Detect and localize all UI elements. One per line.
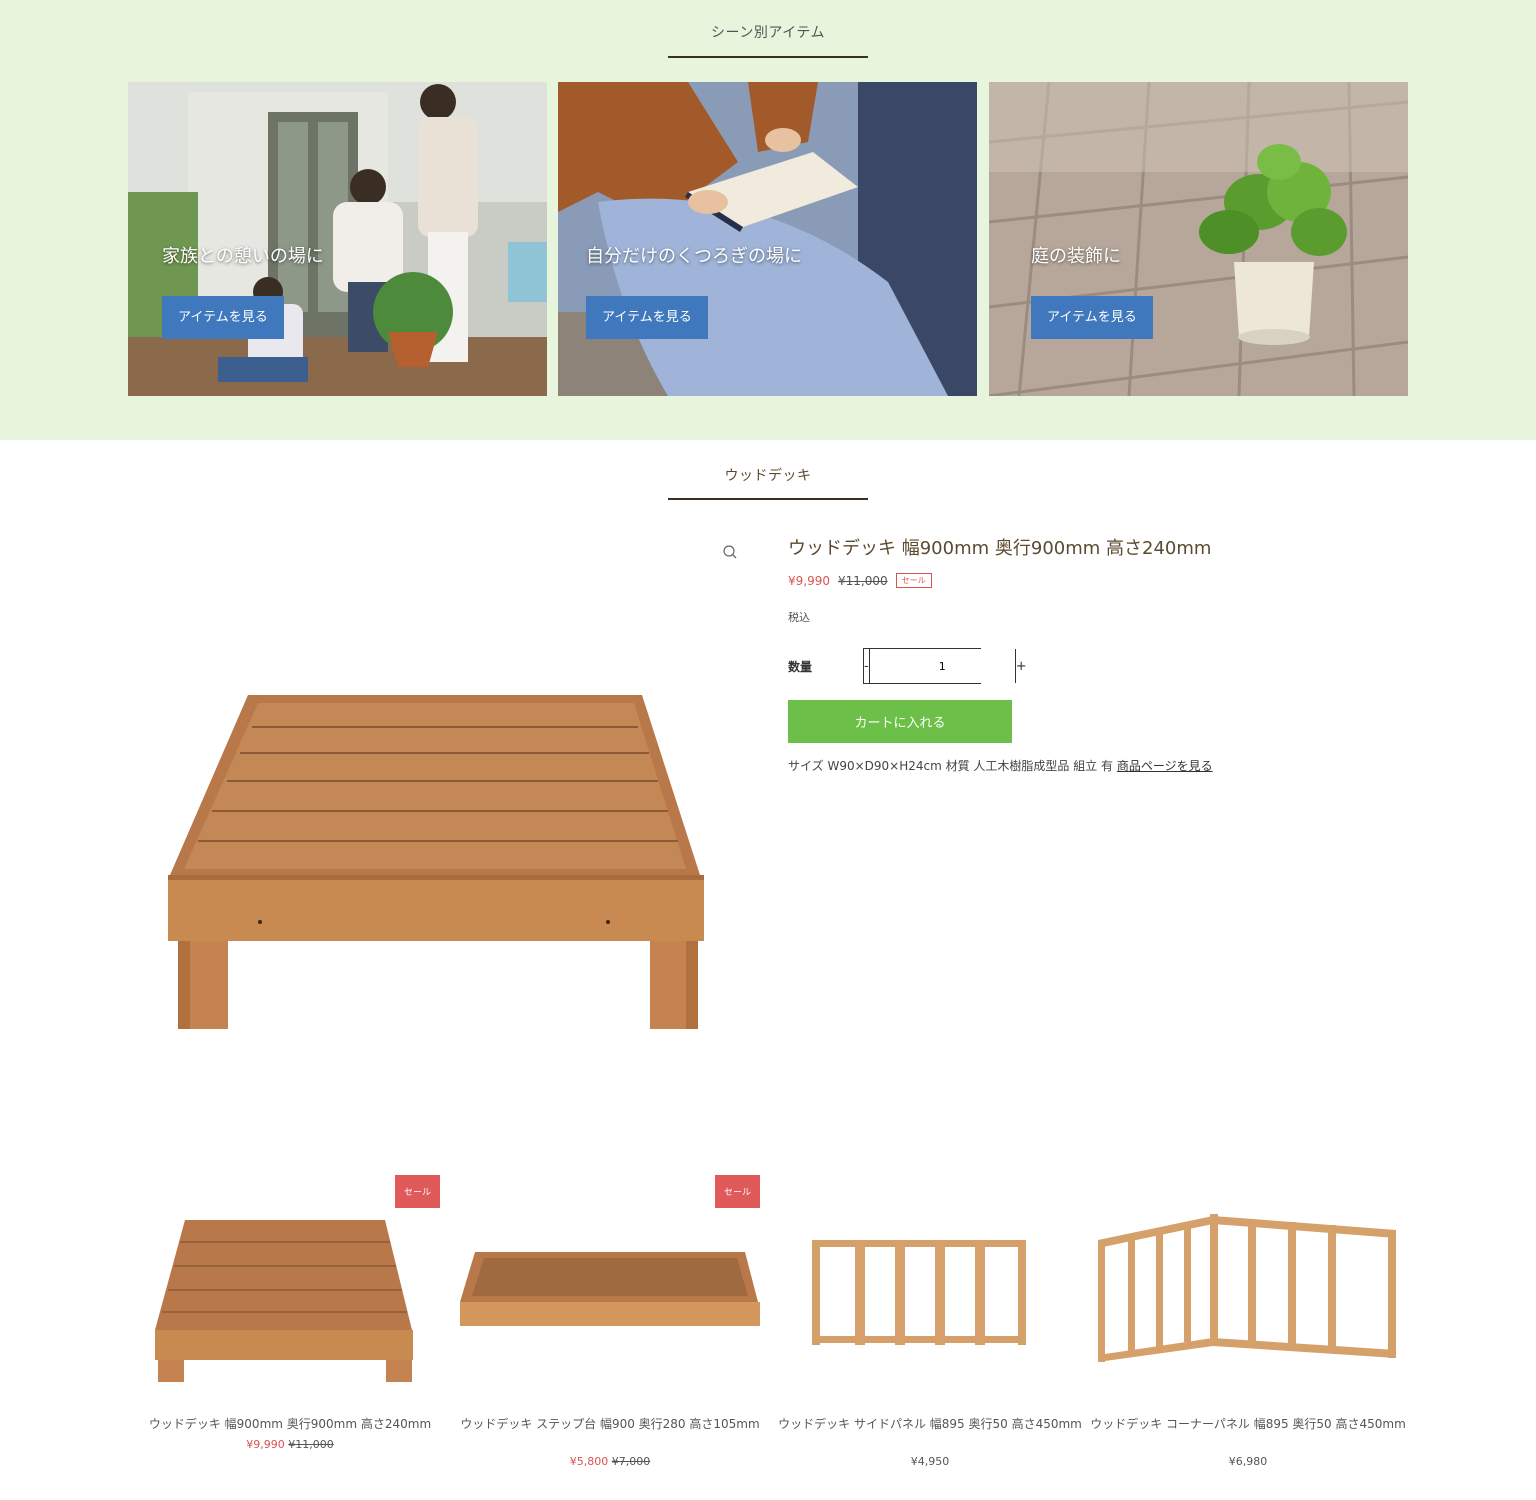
sale-badge: セール [895, 573, 932, 588]
scene-card-relax[interactable]: 自分だけのくつろぎの場に アイテムを見る [558, 82, 977, 396]
original-price: ¥7,000 [611, 1455, 651, 1468]
product-name[interactable]: ウッドデッキ コーナーパネル 幅895 奥行50 高さ450mm [1088, 1415, 1408, 1434]
product-price: ¥6,980 [1228, 1455, 1268, 1468]
sale-price: ¥5,800 [569, 1455, 609, 1468]
sale-badge: セール [395, 1175, 440, 1208]
quantity-label: 数量 [788, 660, 813, 674]
original-price: ¥11,000 [838, 573, 888, 588]
related-product-card[interactable]: セール ウッドデッキ ステップ台 幅900 奥行280 高さ105mm ¥5,8… [460, 1175, 760, 1475]
relax-scene-image [558, 82, 977, 396]
scene-card-label: 庭の装飾に [1031, 246, 1121, 267]
product-image-side-panel [812, 1240, 1026, 1345]
product-price: ¥4,950 [910, 1455, 950, 1468]
family-scene-image [128, 82, 547, 396]
magnifier-icon[interactable] [722, 544, 738, 560]
add-to-cart-button[interactable]: カートに入れる [788, 700, 1012, 743]
sale-price: ¥9,990 [788, 573, 830, 588]
section-divider [668, 498, 868, 500]
view-items-button[interactable]: アイテムを見る [162, 296, 284, 339]
scene-card-label: 家族との憩いの場に [162, 246, 324, 267]
quantity-input[interactable] [869, 649, 1015, 683]
original-price: ¥11,000 [288, 1438, 334, 1451]
spec-text: サイズ W90×D90×H24cm 材質 人工木樹脂成型品 組立 有 [788, 759, 1114, 773]
garden-scene-image [989, 82, 1408, 396]
scene-card-garden[interactable]: 庭の装飾に アイテムを見る [989, 82, 1408, 396]
scene-card-label: 自分だけのくつろぎの場に [586, 246, 802, 267]
related-product-card[interactable]: ウッドデッキ サイドパネル 幅895 奥行50 高さ450mm ¥4,950 [778, 1175, 1082, 1475]
product-price: ¥5,800 ¥7,000 [460, 1455, 760, 1468]
view-items-button[interactable]: アイテムを見る [1031, 296, 1153, 339]
sale-badge: セール [715, 1175, 760, 1208]
quantity-increase-button[interactable]: + [1014, 649, 1027, 683]
product-page-link[interactable]: 商品ページを見る [1117, 759, 1213, 773]
product-image-step [460, 1252, 760, 1326]
scene-section-title: シーン別アイテム [711, 25, 825, 41]
product-spec: サイズ W90×D90×H24cm 材質 人工木樹脂成型品 組立 有 商品ページ… [788, 757, 1213, 774]
product-name[interactable]: ウッドデッキ 幅900mm 奥行900mm 高さ240mm [130, 1415, 450, 1434]
product-name[interactable]: ウッドデッキ サイドパネル 幅895 奥行50 高さ450mm [770, 1415, 1090, 1434]
quantity-stepper: - + [863, 648, 1027, 684]
sale-price: ¥9,990 [246, 1438, 285, 1451]
product-price: ¥9,990 ¥11,000 [140, 1438, 440, 1451]
section-divider [668, 56, 868, 58]
scene-card-family[interactable]: 家族との憩いの場に アイテムを見る [128, 82, 547, 396]
product-image-deck [155, 1220, 413, 1382]
product-image-corner-panel [1098, 1214, 1396, 1362]
product-title: ウッドデッキ 幅900mm 奥行900mm 高さ240mm [788, 538, 1212, 559]
view-items-button[interactable]: アイテムを見る [586, 296, 708, 339]
related-product-card[interactable]: セール ウッドデッキ 幅900mm 奥行900mm 高さ240mm ¥9,990… [140, 1175, 440, 1475]
product-main-image [168, 695, 704, 1029]
product-name[interactable]: ウッドデッキ ステップ台 幅900 奥行280 高さ105mm [450, 1415, 770, 1434]
wood-deck-section-title: ウッドデッキ [724, 468, 812, 484]
related-product-card[interactable]: ウッドデッキ コーナーパネル 幅895 奥行50 高さ450mm ¥6,980 [1090, 1175, 1406, 1475]
tax-label: 税込 [788, 611, 810, 624]
product-price: ¥9,990 ¥11,000 セール [788, 573, 932, 588]
scene-section: シーン別アイテム 家族との憩いの場に アイテムを見る 自分だけのくつろぎの場に … [0, 0, 1536, 440]
